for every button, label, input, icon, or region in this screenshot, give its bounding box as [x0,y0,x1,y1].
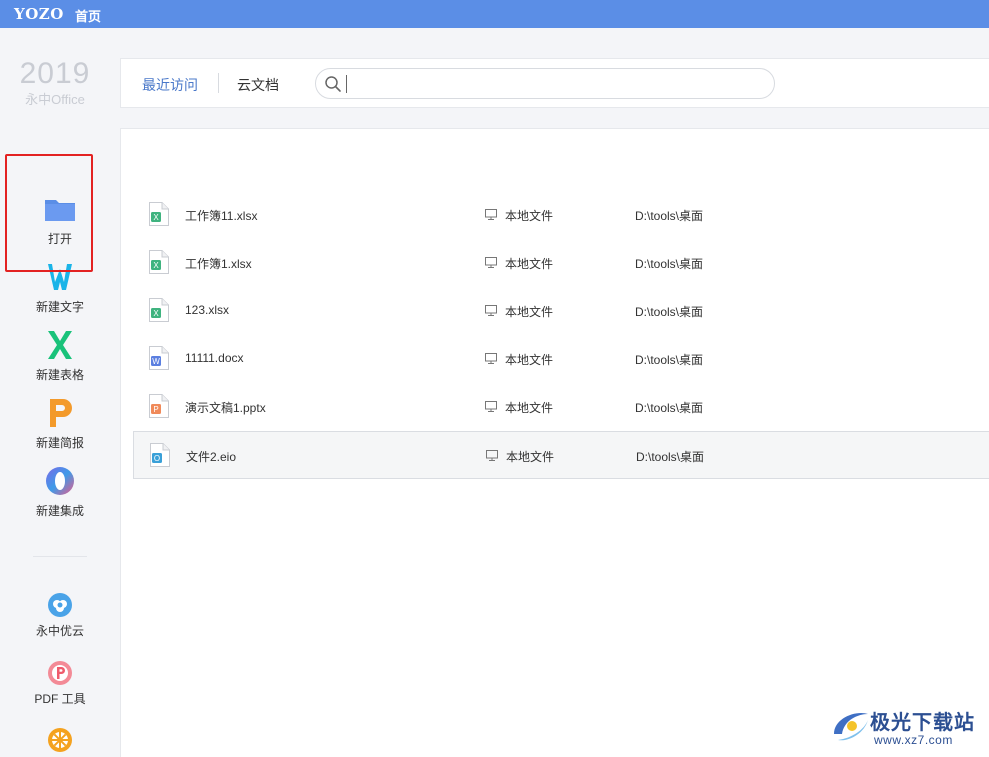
file-location: 本地文件 [505,353,554,367]
new-document-label: 新建文字 [35,300,84,314]
title-bar: YOZO 首页 [0,0,989,28]
tab-divider [218,73,219,93]
eio-file-icon: O [150,443,170,467]
tab-recent[interactable]: 最近访问 [142,75,198,95]
file-name: 123.xlsx [185,303,230,317]
monitor-icon [485,257,497,268]
text-caret [346,75,347,93]
file-path: D:\tools\桌面 [635,257,704,271]
file-path: D:\tools\桌面 [635,353,704,367]
file-location: 本地文件 [505,209,554,223]
svg-text:X: X [153,261,159,270]
product-year: 2019 [19,57,91,90]
monitor-icon [485,353,497,364]
orange-tool-icon [48,728,72,752]
recent-files-panel: X 工作簿11.xlsx 本地文件 D:\tools\桌面 X 工作簿1.xlsx 本地文件… [120,128,989,757]
file-name: 演示文稿1.pptx [185,401,266,415]
home-title[interactable]: 首页 [75,6,101,25]
search-input[interactable] [315,68,775,99]
xlsx-file-icon: X [149,298,169,322]
file-name: 工作簿11.xlsx [185,209,258,223]
new-presentation-button[interactable]: 新建简报 [0,396,120,451]
svg-text:O: O [154,454,160,463]
yozo-cloud-label: 永中优云 [35,624,84,638]
tab-cloud-docs[interactable]: 云文档 [237,75,279,95]
header-panel: 最近访问 云文档 [120,58,989,108]
file-row[interactable]: W 11111.docx 本地文件 D:\tools\桌面 [133,335,989,383]
file-row[interactable]: X 123.xlsx 本地文件 D:\tools\桌面 [133,287,989,335]
watermark-text: 极光下载站 [870,712,975,734]
sheet-x-icon [48,331,72,359]
svg-text:X: X [153,309,159,318]
integration-o-icon [46,467,74,495]
monitor-icon [485,401,497,412]
file-location: 本地文件 [505,305,554,319]
monitor-icon [485,209,497,220]
cloud-icon [48,593,72,617]
file-path: D:\tools\桌面 [636,450,705,464]
pptx-file-icon: P [149,394,169,418]
presentation-p-icon [50,399,72,427]
file-path: D:\tools\桌面 [635,401,704,415]
monitor-icon [485,305,497,316]
sidebar: 2019 永中Office 打开 新建文字 新建表格 新建简报 新建集成 永中优… [0,28,120,757]
file-row[interactable]: O 文件2.eio 本地文件 D:\tools\桌面 [133,431,989,479]
new-presentation-label: 新建简报 [35,436,84,450]
product-name: 永中Office [25,92,85,107]
xlsx-file-icon: X [149,202,169,226]
file-location: 本地文件 [505,401,554,415]
svg-text:X: X [153,213,159,222]
watermark: 极光下载站 www.xz7.com [826,700,986,752]
file-row[interactable]: X 工作簿11.xlsx 本地文件 D:\tools\桌面 [133,191,989,239]
file-name: 工作簿1.xlsx [185,257,252,271]
yozo-logo: YOZO [14,5,64,23]
orange-tool-button[interactable] [0,727,120,753]
search-icon [325,76,341,92]
watermark-logo-icon [834,712,868,741]
watermark-url: www.xz7.com [874,733,953,747]
file-path: D:\tools\桌面 [635,305,704,319]
sidebar-divider [33,556,87,557]
svg-text:W: W [152,357,160,366]
new-spreadsheet-button[interactable]: 新建表格 [0,328,120,383]
new-integration-button[interactable]: 新建集成 [0,464,120,519]
highlight-annotation-box [5,154,93,272]
file-path: D:\tools\桌面 [635,209,704,223]
yozo-cloud-button[interactable]: 永中优云 [0,592,120,639]
svg-text:P: P [153,405,158,414]
file-row[interactable]: X 工作簿1.xlsx 本地文件 D:\tools\桌面 [133,239,989,287]
new-integration-label: 新建集成 [35,504,84,518]
pdf-tools-button[interactable]: PDF 工具 [0,660,120,707]
new-spreadsheet-label: 新建表格 [35,368,84,382]
file-location: 本地文件 [505,257,554,271]
file-name: 文件2.eio [186,450,237,464]
monitor-icon [486,450,498,461]
xlsx-file-icon: X [149,250,169,274]
file-location: 本地文件 [506,450,555,464]
pdf-icon [48,661,72,685]
docx-file-icon: W [149,346,169,370]
pdf-tools-label: PDF 工具 [34,692,86,706]
file-name: 11111.docx [185,351,244,365]
file-row[interactable]: P 演示文稿1.pptx 本地文件 D:\tools\桌面 [133,383,989,431]
